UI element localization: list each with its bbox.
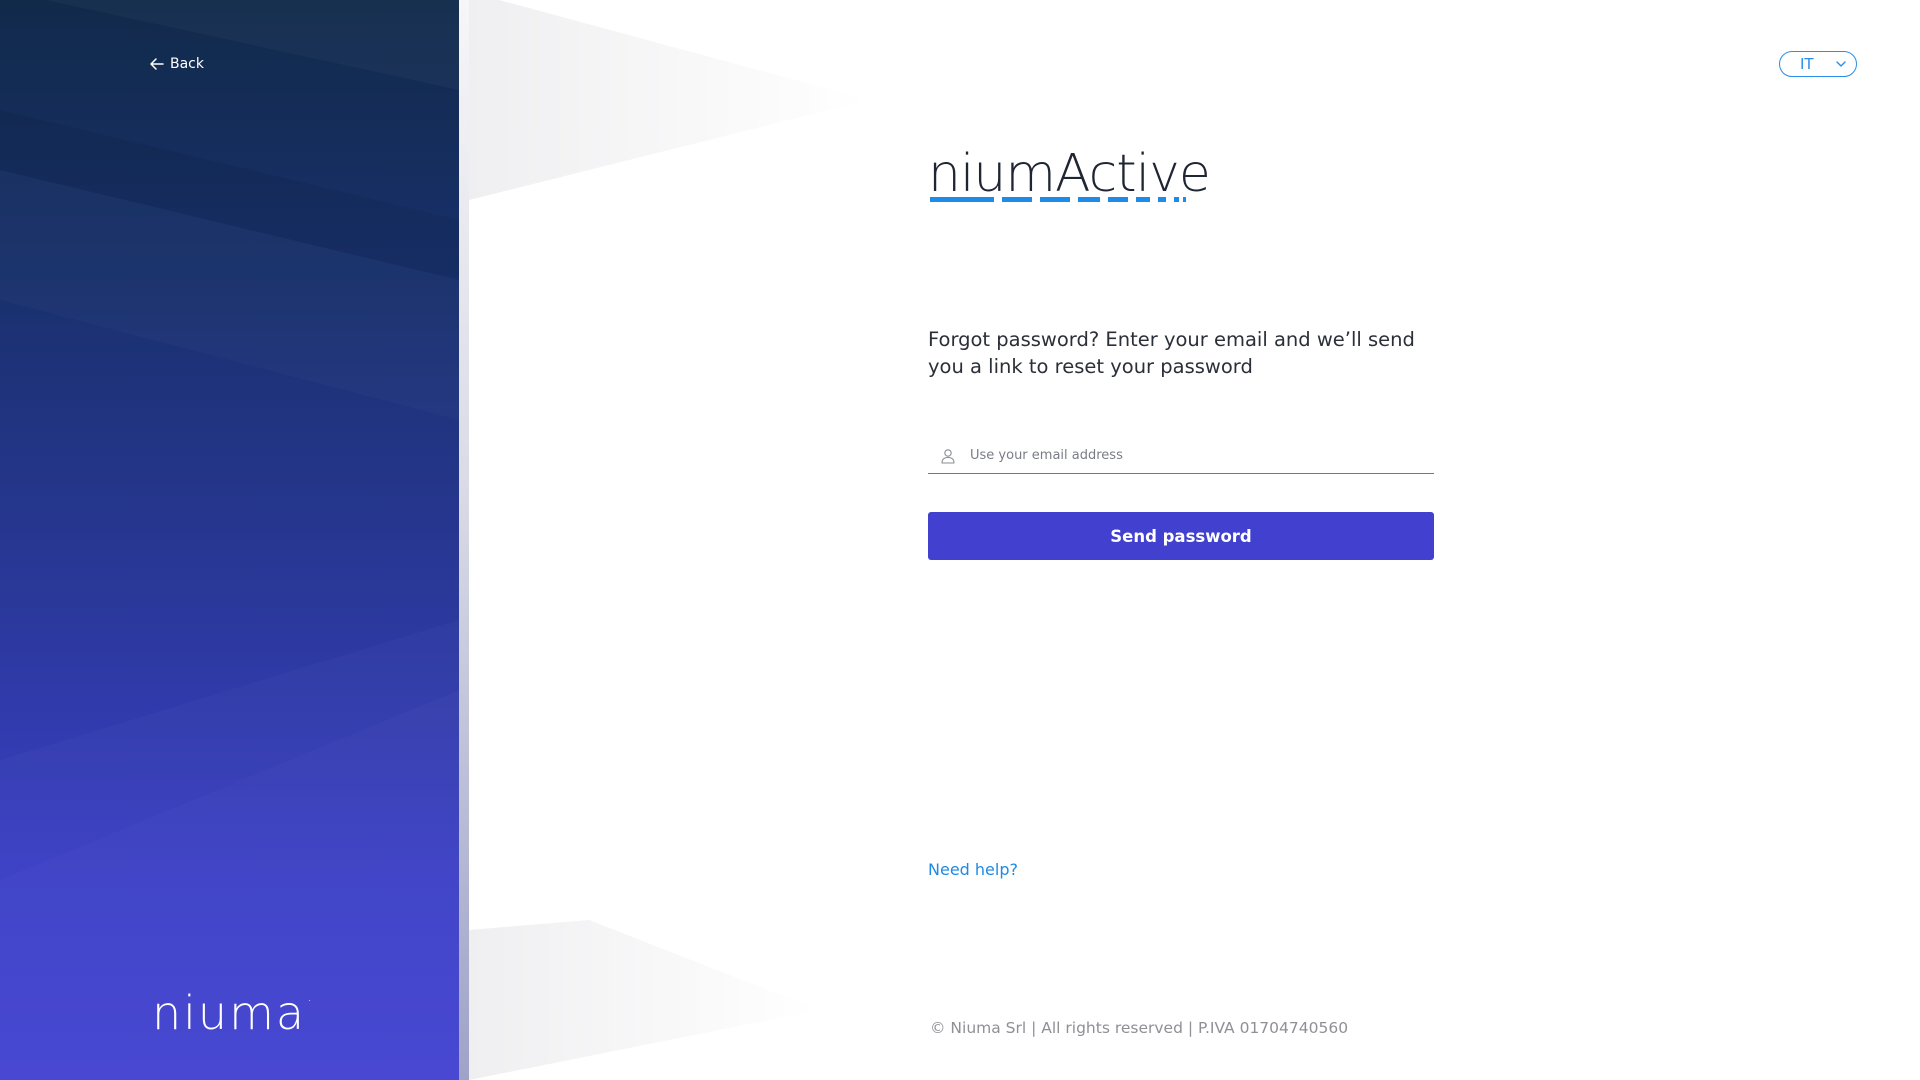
back-link[interactable]: Back — [150, 56, 204, 72]
email-input[interactable] — [970, 448, 1434, 463]
panel-edge — [459, 0, 469, 1080]
niuma-logo-text: niuma — [152, 986, 307, 1040]
logo-underline-dashes — [930, 197, 1186, 202]
form-heading: Forgot password? Enter your email and we… — [928, 328, 1415, 378]
background-shape-top — [469, 0, 869, 200]
arrow-left-icon — [150, 58, 164, 70]
language-selected: IT — [1800, 55, 1814, 73]
niuma-logo: niuma. — [152, 990, 314, 1036]
brand-panel: Back niuma. — [0, 0, 459, 1080]
need-help-link[interactable]: Need help? — [928, 860, 1018, 879]
chevron-down-icon — [1836, 61, 1846, 67]
back-label: Back — [170, 56, 204, 72]
email-field[interactable] — [928, 438, 1434, 474]
send-password-button[interactable]: Send password — [928, 512, 1434, 560]
form-container: niumActive Forgot password? Enter your e… — [928, 0, 1434, 1080]
logo-dot: . — [307, 989, 314, 1005]
forgot-password-page: Back niuma. IT niumActive Forgot passwor… — [0, 0, 1920, 1080]
language-select[interactable]: IT — [1779, 51, 1857, 77]
product-logo: niumActive — [928, 144, 1211, 204]
background-shape-bottom — [469, 920, 819, 1080]
footer-copyright: © Niuma Srl | All rights reserved | P.IV… — [930, 1019, 1349, 1037]
panel-facets — [0, 110, 459, 1080]
user-icon — [940, 448, 956, 464]
